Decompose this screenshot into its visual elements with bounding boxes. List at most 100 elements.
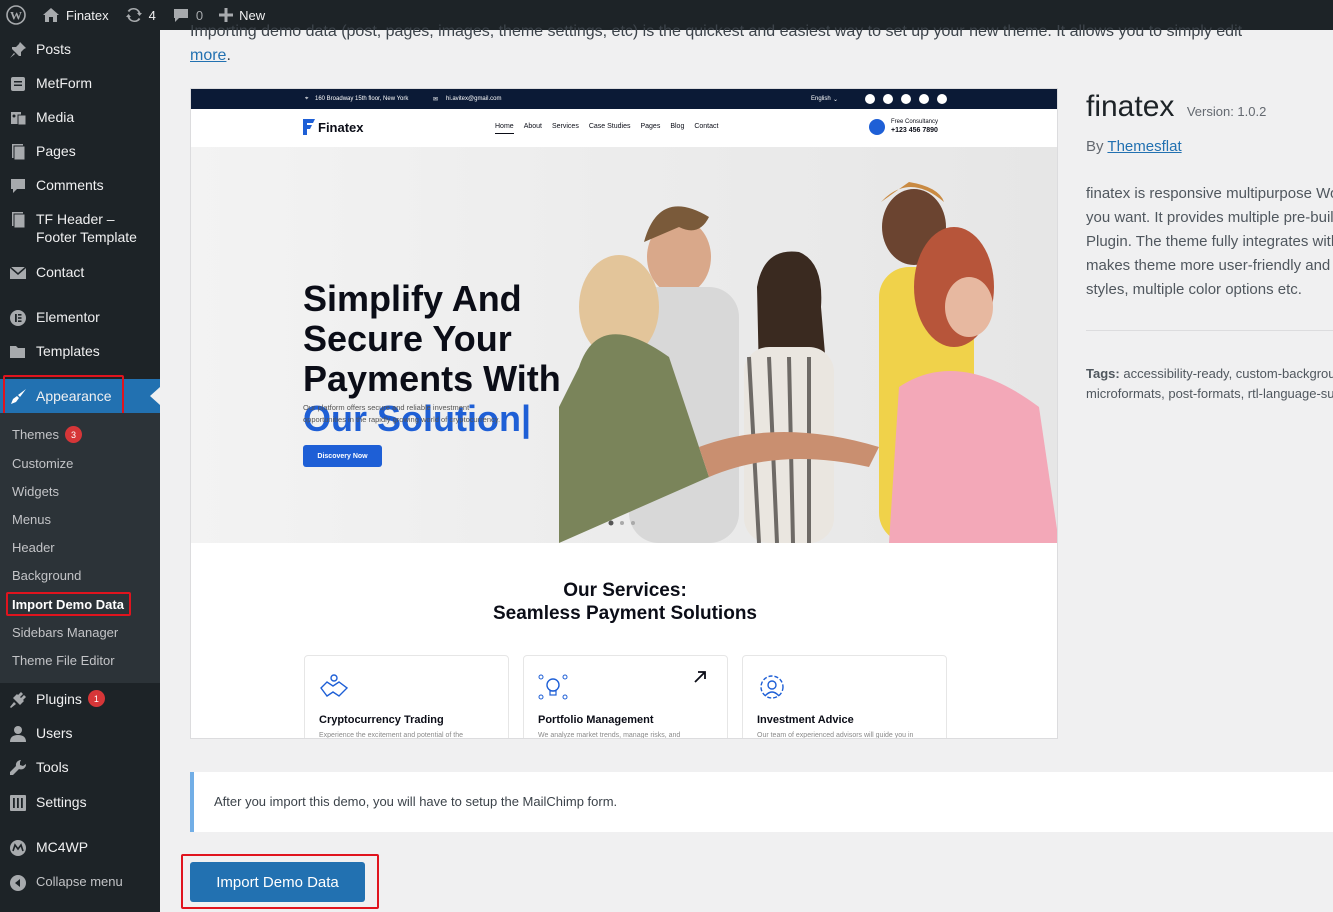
mc4wp-icon xyxy=(10,840,26,856)
description-line: finatex is responsive multipurpose WordP… xyxy=(1086,185,1333,202)
theme-info: finatex Version: 1.0.2 By Themesflat fin… xyxy=(1086,90,1333,401)
updates-link[interactable]: 4 xyxy=(117,0,164,30)
menu-settings[interactable]: Settings xyxy=(0,793,160,812)
menu-elementor[interactable]: Elementor xyxy=(0,308,160,327)
site-name-link[interactable]: Finatex xyxy=(34,0,117,30)
wordpress-logo-button[interactable]: W xyxy=(0,0,34,30)
preview-language: English xyxy=(811,96,831,102)
preview-consult: Free Consultancy +123 456 7890 xyxy=(891,119,938,134)
submenu-themes[interactable]: Themes 3 xyxy=(12,426,82,443)
menu-label: Posts xyxy=(36,41,72,57)
active-indicator-arrow xyxy=(150,387,160,405)
preview-header: Finatex Home About Services Case Studies… xyxy=(191,109,1057,147)
menu-label: MetForm xyxy=(36,75,92,91)
submenu-import-demo-data[interactable]: Import Demo Data xyxy=(12,597,124,612)
email-icon xyxy=(9,266,27,279)
submenu-background[interactable]: Background xyxy=(12,568,81,583)
menu-label: Comments xyxy=(36,177,104,193)
settings-icon xyxy=(10,795,26,811)
site-name: Finatex xyxy=(66,7,109,23)
mailchimp-notice: After you import this demo, you will hav… xyxy=(190,772,1333,832)
finatex-logo-icon xyxy=(303,119,315,135)
folder-icon xyxy=(10,346,25,358)
service-card: Portfolio Management We analyze market t… xyxy=(523,655,728,738)
submenu-widgets[interactable]: Widgets xyxy=(12,484,59,499)
social-icons xyxy=(865,94,947,104)
tags-line-1: accessibility-ready, custom-background xyxy=(1123,366,1333,381)
menu-label: TF Header – xyxy=(36,211,115,227)
submenu-customize[interactable]: Customize xyxy=(12,456,73,471)
preview-services: Our Services: Seamless Payment Solutions… xyxy=(191,543,1057,739)
svg-text:W: W xyxy=(10,9,22,23)
home-icon xyxy=(43,8,59,22)
handshake-icon xyxy=(320,674,349,697)
submenu-sidebars-manager[interactable]: Sidebars Manager xyxy=(12,625,118,640)
comment-icon xyxy=(173,9,188,22)
pages-icon xyxy=(12,212,26,229)
menu-contact[interactable]: Contact xyxy=(0,263,160,282)
preview-nav: Home About Services Case Studies Pages B… xyxy=(495,123,718,134)
twitter-icon xyxy=(901,94,911,104)
instagram-icon xyxy=(919,94,929,104)
comments-icon xyxy=(11,179,25,193)
menu-plugins[interactable]: Plugins 1 xyxy=(0,690,160,709)
nav-blog: Blog xyxy=(670,123,685,130)
preview-logo-text: Finatex xyxy=(318,119,364,135)
theme-tags: Tags: accessibility-ready, custom-backgr… xyxy=(1086,364,1333,404)
pages-icon xyxy=(12,144,26,161)
divider xyxy=(1086,330,1333,331)
menu-tf-header-footer[interactable]: TF Header – Footer Template xyxy=(0,210,160,246)
updates-icon xyxy=(125,7,142,23)
nav-about: About xyxy=(523,123,542,130)
tags-line-2: microformats, post-formats, rtl-language… xyxy=(1086,386,1333,401)
theme-version: Version: 1.0.2 xyxy=(1186,104,1267,119)
services-title-line-2: Seamless Payment Solutions xyxy=(493,603,757,624)
nav-case-studies: Case Studies xyxy=(588,123,631,130)
arrow-up-right-icon xyxy=(694,671,706,683)
preview-email: hi.avitex@gmail.com xyxy=(446,96,502,102)
menu-templates[interactable]: Templates xyxy=(0,342,160,361)
menu-mc4wp[interactable]: MC4WP xyxy=(0,838,160,857)
import-demo-data-button[interactable]: Import Demo Data xyxy=(190,862,365,902)
menu-label: Media xyxy=(36,109,75,125)
service-card: Cryptocurrency Trading Experience the ex… xyxy=(304,655,509,739)
card-title: Investment Advice xyxy=(757,714,854,726)
more-link[interactable]: more xyxy=(190,47,226,64)
menu-pages[interactable]: Pages xyxy=(0,142,160,161)
nav-contact: Contact xyxy=(694,123,719,130)
menu-metform[interactable]: MetForm xyxy=(0,74,160,93)
preview-topbar: ⌖ 160 Broadway 15th floor, New York ✉ hi… xyxy=(191,89,1057,109)
theme-description: finatex is responsive multipurpose WordP… xyxy=(1086,182,1333,302)
card-title: Cryptocurrency Trading xyxy=(319,714,444,726)
elementor-icon xyxy=(10,310,26,326)
wrench-icon xyxy=(10,759,27,775)
menu-tools[interactable]: Tools xyxy=(0,758,160,777)
wordpress-logo-icon: W xyxy=(6,5,26,25)
menu-label: MC4WP xyxy=(36,839,89,855)
hero-line-1: Simplify And xyxy=(303,278,522,319)
menu-appearance[interactable]: Appearance xyxy=(0,379,160,413)
text-cursor: | xyxy=(520,398,532,439)
author-link[interactable]: Themesflat xyxy=(1107,138,1181,155)
pin-icon xyxy=(10,42,26,58)
submenu-menus[interactable]: Menus xyxy=(12,512,51,527)
menu-media[interactable]: Media xyxy=(0,108,160,127)
advice-gear-icon xyxy=(760,675,784,699)
card-desc: Experience the excitement and potential … xyxy=(319,732,463,739)
menu-users[interactable]: Users xyxy=(0,724,160,743)
submenu-header[interactable]: Header xyxy=(12,540,55,555)
phone-icon xyxy=(869,119,885,135)
submenu-theme-file-editor[interactable]: Theme File Editor xyxy=(12,653,115,668)
main-content: Importing demo data (post, pages, images… xyxy=(160,23,1333,912)
hero-sub-line-1: Our platform offers secure and reliable … xyxy=(303,403,470,412)
menu-posts[interactable]: Posts xyxy=(0,40,160,59)
menu-comments[interactable]: Comments xyxy=(0,176,160,195)
media-icon xyxy=(11,112,27,126)
nav-pages: Pages xyxy=(640,123,661,130)
service-card: Investment Advice Our team of experience… xyxy=(742,655,947,738)
consult-label: Free Consultancy xyxy=(891,119,939,125)
collapse-menu-button[interactable]: Collapse menu xyxy=(0,873,160,892)
intro-text: Importing demo data (post, pages, images… xyxy=(190,20,1242,68)
mail-icon: ✉ xyxy=(433,96,439,103)
hero-sub-line-2: opportunities in the rapidly growing wor… xyxy=(303,415,501,424)
